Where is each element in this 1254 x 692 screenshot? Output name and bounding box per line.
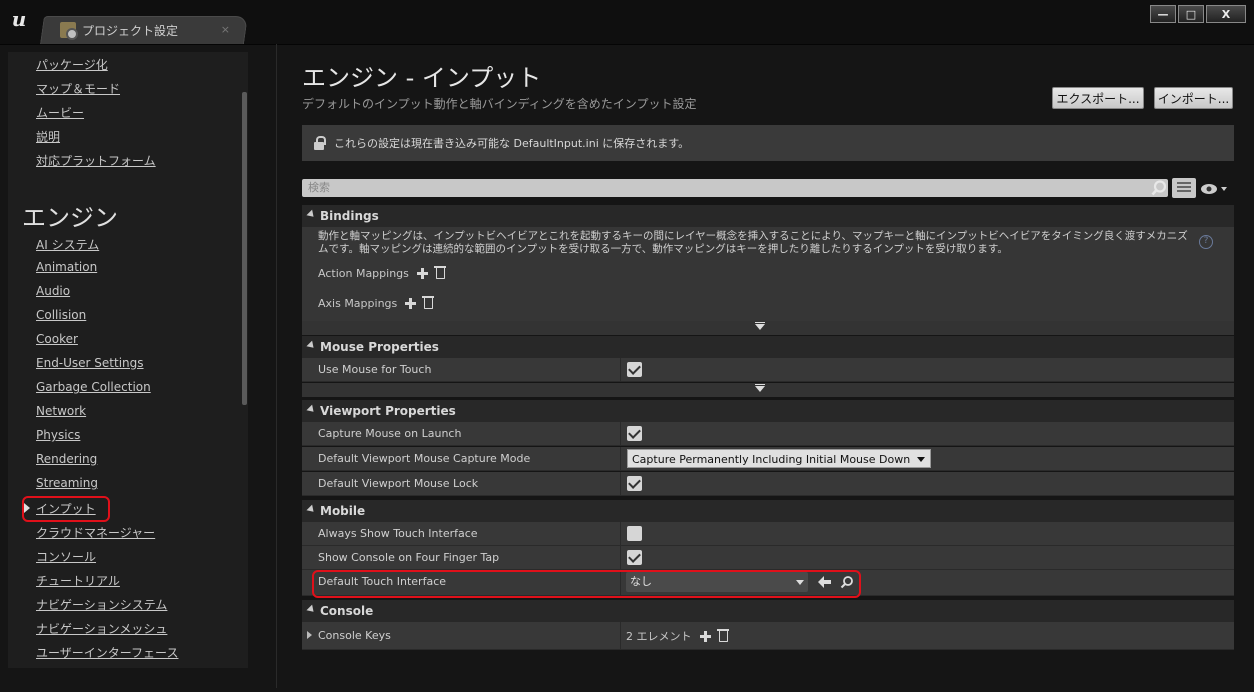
export-button[interactable]: エクスポート... xyxy=(1052,87,1144,109)
sidebar-section-engine: エンジン xyxy=(22,204,118,232)
divider xyxy=(0,44,1254,45)
minimize-button[interactable]: — xyxy=(1150,5,1176,23)
show-console-checkbox[interactable] xyxy=(627,550,642,565)
maximize-button[interactable]: □ xyxy=(1178,5,1204,23)
unreal-logo-icon[interactable]: u xyxy=(6,6,32,32)
table-view-icon[interactable] xyxy=(1172,178,1196,198)
section-header-viewport[interactable]: Viewport Properties xyxy=(302,400,1234,422)
tab-project-settings[interactable]: プロジェクト設定 × xyxy=(46,16,240,44)
sidebar: パッケージ化 マップ＆モード ムービー 説明 対応プラットフォーム エンジン A… xyxy=(8,52,248,668)
delete-action-mappings-icon[interactable] xyxy=(433,266,446,279)
sidebar-item-physics[interactable]: Physics xyxy=(36,428,80,442)
collapse-icon xyxy=(306,604,317,615)
action-mappings-row: Action Mappings xyxy=(318,266,446,280)
search-input[interactable]: 検索 xyxy=(302,179,1168,197)
sidebar-item-packaging[interactable]: パッケージ化 xyxy=(36,56,108,73)
capture-mode-dropdown[interactable]: Capture Permanently Including Initial Mo… xyxy=(627,449,932,468)
collapse-icon xyxy=(306,209,317,220)
import-button[interactable]: インポート... xyxy=(1154,87,1233,109)
sidebar-item-tutorial[interactable]: チュートリアル xyxy=(36,572,120,589)
tab-title: プロジェクト設定 xyxy=(82,23,179,38)
row-capture-mouse-on-launch: Capture Mouse on Launch xyxy=(302,422,1234,446)
use-mouse-for-touch-checkbox[interactable] xyxy=(627,362,642,377)
page-subtitle: デフォルトのインプット動作と軸バインディングを含めたインプット設定 xyxy=(302,97,697,111)
sidebar-item-console[interactable]: コンソール xyxy=(36,548,96,565)
axis-mappings-label: Axis Mappings xyxy=(318,297,398,310)
sidebar-item-streaming[interactable]: Streaming xyxy=(36,476,98,490)
sidebar-item-collision[interactable]: Collision xyxy=(36,308,86,322)
highlight-box-input xyxy=(22,496,110,522)
sidebar-item-cloud-manager[interactable]: クラウドマネージャー xyxy=(36,524,155,541)
section-header-bindings[interactable]: Bindings xyxy=(302,205,1234,227)
settings-icon xyxy=(60,22,78,40)
bindings-panel: 動作と軸マッピングは、インプットビヘイビアとこれを起動するキーの間にレイヤー概念… xyxy=(302,227,1234,321)
add-action-mapping-icon[interactable] xyxy=(416,268,428,279)
add-axis-mapping-icon[interactable] xyxy=(405,298,417,309)
mouse-lock-checkbox[interactable] xyxy=(627,476,642,491)
sidebar-item-movies[interactable]: ムービー xyxy=(36,104,84,121)
row-capture-mode: Default Viewport Mouse Capture Mode Capt… xyxy=(302,447,1234,471)
sidebar-item-cooker[interactable]: Cooker xyxy=(36,332,78,346)
row-show-console-four-finger: Show Console on Four Finger Tap xyxy=(302,546,1234,570)
sidebar-item-end-user-settings[interactable]: End-User Settings xyxy=(36,356,144,370)
delete-console-keys-icon[interactable] xyxy=(716,628,729,642)
add-console-key-icon[interactable] xyxy=(699,630,711,642)
action-mappings-label: Action Mappings xyxy=(318,267,409,280)
page-title: エンジン - インプット xyxy=(302,64,542,92)
row-use-mouse-for-touch: Use Mouse for Touch xyxy=(302,358,1234,382)
title-bar: u プロジェクト設定 × — □ X xyxy=(0,0,1254,44)
advanced-expander-mouse[interactable] xyxy=(302,383,1234,397)
window-controls: — □ X xyxy=(1150,5,1246,23)
highlight-box-touch-interface xyxy=(312,570,861,598)
section-header-mobile[interactable]: Mobile xyxy=(302,500,1234,522)
advanced-expander-bindings[interactable] xyxy=(302,321,1234,335)
always-show-touch-checkbox[interactable] xyxy=(627,526,642,541)
collapse-icon xyxy=(306,504,317,515)
row-mouse-lock: Default Viewport Mouse Lock xyxy=(302,472,1234,496)
row-always-show-touch: Always Show Touch Interface xyxy=(302,522,1234,546)
capture-mouse-on-launch-checkbox[interactable] xyxy=(627,426,642,441)
help-icon[interactable]: ? xyxy=(1199,235,1213,249)
notice-text: これらの設定は現在書き込み可能な DefaultInput.ini に保存されま… xyxy=(334,137,690,150)
sidebar-scrollbar[interactable] xyxy=(242,92,247,405)
panel-divider xyxy=(276,44,277,688)
tab-close-icon[interactable]: × xyxy=(221,23,230,36)
section-header-console[interactable]: Console xyxy=(302,600,1234,622)
axis-mappings-row: Axis Mappings xyxy=(318,296,435,310)
delete-axis-mappings-icon[interactable] xyxy=(422,296,435,309)
bindings-description: 動作と軸マッピングは、インプットビヘイビアとこれを起動するキーの間にレイヤー概念… xyxy=(318,230,1188,255)
sidebar-item-network[interactable]: Network xyxy=(36,404,86,418)
sidebar-item-navigation-mesh[interactable]: ナビゲーションメッシュ xyxy=(36,620,167,637)
sidebar-item-platforms[interactable]: 対応プラットフォーム xyxy=(36,152,156,169)
sidebar-item-navigation-system[interactable]: ナビゲーションシステム xyxy=(36,596,167,613)
eye-icon[interactable] xyxy=(1200,182,1228,196)
collapse-icon xyxy=(306,340,317,351)
sidebar-item-garbage-collection[interactable]: Garbage Collection xyxy=(36,380,151,394)
close-button[interactable]: X xyxy=(1206,5,1246,23)
expand-arrow-icon[interactable] xyxy=(307,631,312,639)
console-keys-value: 2 エレメント xyxy=(626,628,729,644)
sidebar-item-rendering[interactable]: Rendering xyxy=(36,452,97,466)
collapse-icon xyxy=(306,404,317,415)
sidebar-item-user-interface[interactable]: ユーザーインターフェース xyxy=(36,644,178,661)
sidebar-item-maps-modes[interactable]: マップ＆モード xyxy=(36,80,120,97)
row-console-keys[interactable]: Console Keys 2 エレメント xyxy=(302,622,1234,650)
unlock-icon xyxy=(314,136,326,150)
sidebar-item-animation[interactable]: Animation xyxy=(36,260,97,274)
search-icon[interactable] xyxy=(1151,180,1167,196)
section-header-mouse[interactable]: Mouse Properties xyxy=(302,336,1234,358)
sidebar-item-audio[interactable]: Audio xyxy=(36,284,70,298)
notice-bar: これらの設定は現在書き込み可能な DefaultInput.ini に保存されま… xyxy=(302,125,1234,161)
sidebar-item-ai-system[interactable]: AI システム xyxy=(36,236,99,253)
sidebar-item-description[interactable]: 説明 xyxy=(36,128,60,145)
